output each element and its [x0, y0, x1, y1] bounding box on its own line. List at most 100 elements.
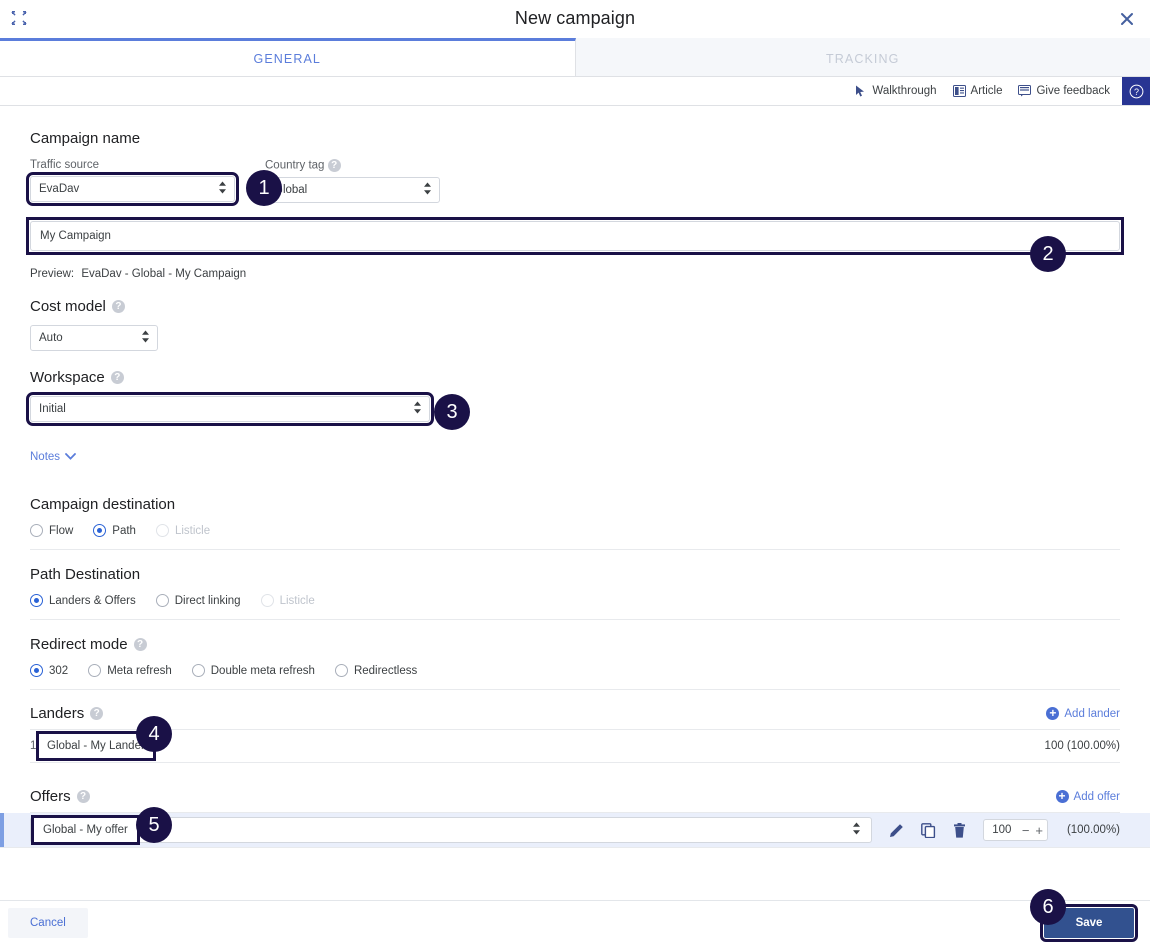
workspace-value: Initial [39, 403, 66, 415]
radio-meta-refresh[interactable]: Meta refresh [88, 664, 172, 677]
offers-header: Offers ? + Add offer [30, 788, 1120, 805]
edit-pencil-icon[interactable] [889, 823, 904, 838]
traffic-source-select[interactable]: EvaDav [30, 176, 235, 202]
radio-listicle-path: Listicle [261, 594, 315, 607]
stepper-icon [852, 822, 861, 838]
notes-label: Notes [30, 451, 60, 463]
article-button[interactable]: Article [953, 85, 1003, 97]
lander-row: 1. Global - My Lander 100 (100.00%) [30, 730, 1120, 762]
radio-indicator [30, 594, 43, 607]
path-destination-section: Path Destination Landers & Offers Direct… [30, 566, 1120, 607]
tab-tracking[interactable]: TRACKING [576, 38, 1150, 76]
notes-link[interactable]: Notes [30, 451, 76, 463]
cost-model-select[interactable]: Auto [30, 325, 158, 351]
divider [30, 762, 1120, 763]
campaign-name-input-wrap [30, 221, 1120, 251]
lander-name-field[interactable]: Global - My Lander [40, 735, 152, 757]
radio-indicator [30, 664, 43, 677]
campaign-destination-radios: Flow Path Listicle [30, 524, 1120, 537]
offer-percent: (100.00%) [1058, 824, 1120, 836]
feedback-icon [1018, 85, 1031, 97]
workspace-heading: Workspace ? [30, 369, 124, 386]
add-offer-label: Add offer [1074, 791, 1120, 803]
radio-indicator [192, 664, 205, 677]
radio-path[interactable]: Path [93, 524, 136, 537]
radio-direct-linking[interactable]: Direct linking [156, 594, 241, 607]
modal-titlebar: New campaign [0, 0, 1150, 38]
traffic-source-value: EvaDav [39, 183, 79, 195]
divider [30, 549, 1120, 550]
landers-header: Landers ? + Add lander [30, 705, 1120, 722]
radio-flow[interactable]: Flow [30, 524, 73, 537]
workspace-section: Workspace ? Initial [30, 369, 1120, 422]
offers-section: Offers ? + Add offer x [30, 788, 1120, 848]
save-button[interactable]: Save [1044, 908, 1134, 938]
increment-button[interactable]: + [1035, 823, 1043, 838]
cost-model-help-icon[interactable]: ? [112, 300, 125, 313]
offers-help-icon[interactable]: ? [77, 790, 90, 803]
page-title: New campaign [0, 8, 1150, 29]
radio-302[interactable]: 302 [30, 664, 68, 677]
cost-model-value: Auto [39, 332, 63, 344]
notes-toggle[interactable]: Notes [30, 447, 1120, 465]
offer-name-value: Global - My offer [43, 824, 128, 836]
give-feedback-button[interactable]: Give feedback [1018, 85, 1110, 97]
modal-tabs: GENERAL TRACKING [0, 38, 1150, 77]
country-tag-select[interactable]: Global [265, 177, 440, 203]
tab-general[interactable]: GENERAL [0, 38, 576, 76]
radio-double-meta-refresh[interactable]: Double meta refresh [192, 664, 315, 677]
country-tag-group: Country tag ? Global [265, 159, 440, 203]
feedback-label: Give feedback [1036, 85, 1110, 97]
plus-icon: + [1056, 790, 1069, 803]
radio-listicle-label: Listicle [175, 525, 210, 537]
offer-name-field[interactable]: Global - My offer [35, 819, 136, 841]
campaign-name-heading: Campaign name [30, 130, 140, 147]
help-bar-items: Walkthrough Article [855, 77, 1122, 105]
close-icon[interactable] [1116, 8, 1138, 30]
lander-name-value: Global - My Lander [47, 740, 145, 752]
country-tag-label: Country tag ? [265, 159, 440, 172]
offer-weight-stepper[interactable]: 100 − + [983, 819, 1048, 841]
radio-flow-label: Flow [49, 525, 73, 537]
help-question-button[interactable]: ? [1122, 77, 1150, 105]
radio-indicator [30, 524, 43, 537]
stepper-icon [423, 182, 432, 198]
campaign-name-preview: Preview: EvaDav - Global - My Campaign [30, 268, 1120, 280]
radio-indicator [261, 594, 274, 607]
delete-trash-icon[interactable] [953, 823, 966, 838]
country-tag-help-icon[interactable]: ? [328, 159, 341, 172]
form-content: Campaign name Traffic source EvaDav Coun… [0, 106, 1150, 907]
offer-weight-value[interactable]: 100 [988, 824, 1016, 836]
radio-indicator [88, 664, 101, 677]
campaign-name-input[interactable] [30, 221, 1120, 251]
redirect-mode-section: Redirect mode ? 302 Meta refresh Double … [30, 636, 1120, 677]
radio-redirectless[interactable]: Redirectless [335, 664, 417, 677]
cost-model-section: Cost model ? Auto [30, 298, 1120, 351]
plus-icon: + [1046, 707, 1059, 720]
add-lander-label: Add lander [1064, 708, 1120, 720]
modal-footer: Cancel Save [0, 900, 1150, 945]
radio-landers-offers-label: Landers & Offers [49, 595, 136, 607]
cancel-button[interactable]: Cancel [8, 908, 88, 938]
workspace-select[interactable]: Initial [30, 396, 430, 422]
decrement-button[interactable]: − [1022, 823, 1030, 838]
duplicate-icon[interactable] [921, 823, 936, 838]
offer-row: x Global - My offer [0, 813, 1150, 847]
workspace-help-icon[interactable]: ? [111, 371, 124, 384]
stepper-icon [413, 401, 422, 417]
chevron-down-icon [65, 451, 76, 463]
radio-landers-offers[interactable]: Landers & Offers [30, 594, 136, 607]
campaign-name-section: Campaign name Traffic source EvaDav Coun… [30, 106, 1120, 280]
add-offer-button[interactable]: + Add offer [1056, 790, 1120, 803]
source-country-row: Traffic source EvaDav Country tag ? Gl [30, 159, 1120, 203]
landers-heading-text: Landers [30, 705, 84, 722]
walkthrough-button[interactable]: Walkthrough [855, 85, 936, 98]
help-bar: Walkthrough Article [0, 77, 1150, 106]
redirect-mode-help-icon[interactable]: ? [134, 638, 147, 651]
redirect-mode-heading-text: Redirect mode [30, 636, 128, 653]
add-lander-button[interactable]: + Add lander [1046, 707, 1120, 720]
landers-help-icon[interactable]: ? [90, 707, 103, 720]
traffic-source-group: Traffic source EvaDav [30, 159, 235, 203]
offer-select[interactable]: x [30, 817, 872, 843]
country-tag-label-text: Country tag [265, 160, 324, 172]
